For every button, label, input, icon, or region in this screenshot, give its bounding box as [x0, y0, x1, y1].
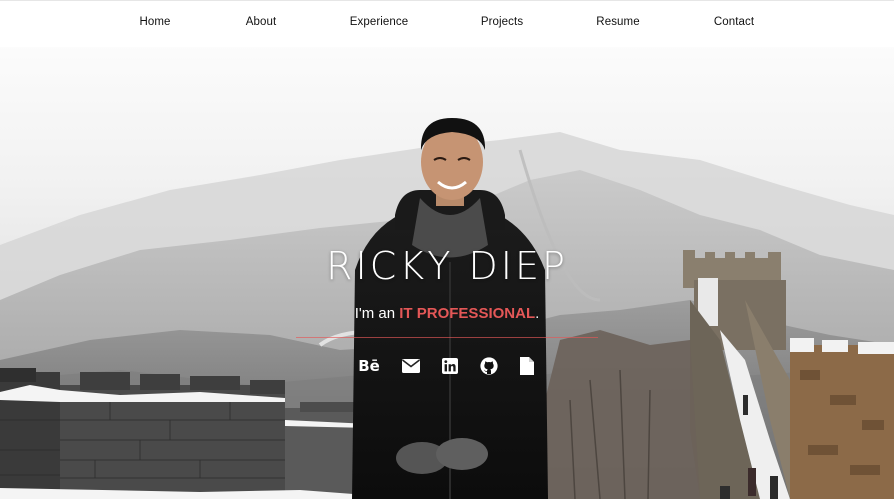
linkedin-link[interactable]: [439, 355, 461, 377]
nav-item-resume[interactable]: Resume: [596, 16, 639, 28]
top-navbar: Home About Experience Projects Resume Co…: [0, 0, 894, 47]
nav-item-experience[interactable]: Experience: [350, 16, 409, 28]
tagline-highlight: IT PROFESSIONAL: [399, 305, 536, 322]
document-icon: [520, 357, 534, 375]
nav-item-contact[interactable]: Contact: [714, 16, 754, 28]
behance-link[interactable]: Bē: [358, 355, 380, 377]
linkedin-icon: [442, 358, 458, 374]
nav-item-home[interactable]: Home: [139, 16, 170, 28]
hero-tagline: I'm an IT PROFESSIONAL.: [0, 305, 894, 322]
nav-item-about[interactable]: About: [246, 16, 277, 28]
behance-icon: Bē: [358, 357, 380, 375]
nav-item-projects[interactable]: Projects: [481, 16, 523, 28]
resume-document-link[interactable]: [516, 355, 538, 377]
github-link[interactable]: [478, 355, 500, 377]
hero-divider: [296, 337, 598, 338]
tagline-prefix: I'm an: [354, 305, 400, 322]
envelope-icon: [402, 359, 420, 373]
nav-list: Home About Experience Projects Resume Co…: [0, 1, 894, 47]
email-link[interactable]: [400, 355, 422, 377]
tagline-suffix: .: [535, 305, 540, 322]
hero-name-heading: RICKY DIEP: [326, 244, 568, 288]
social-links: Bē: [0, 355, 894, 377]
github-icon: [480, 357, 498, 375]
